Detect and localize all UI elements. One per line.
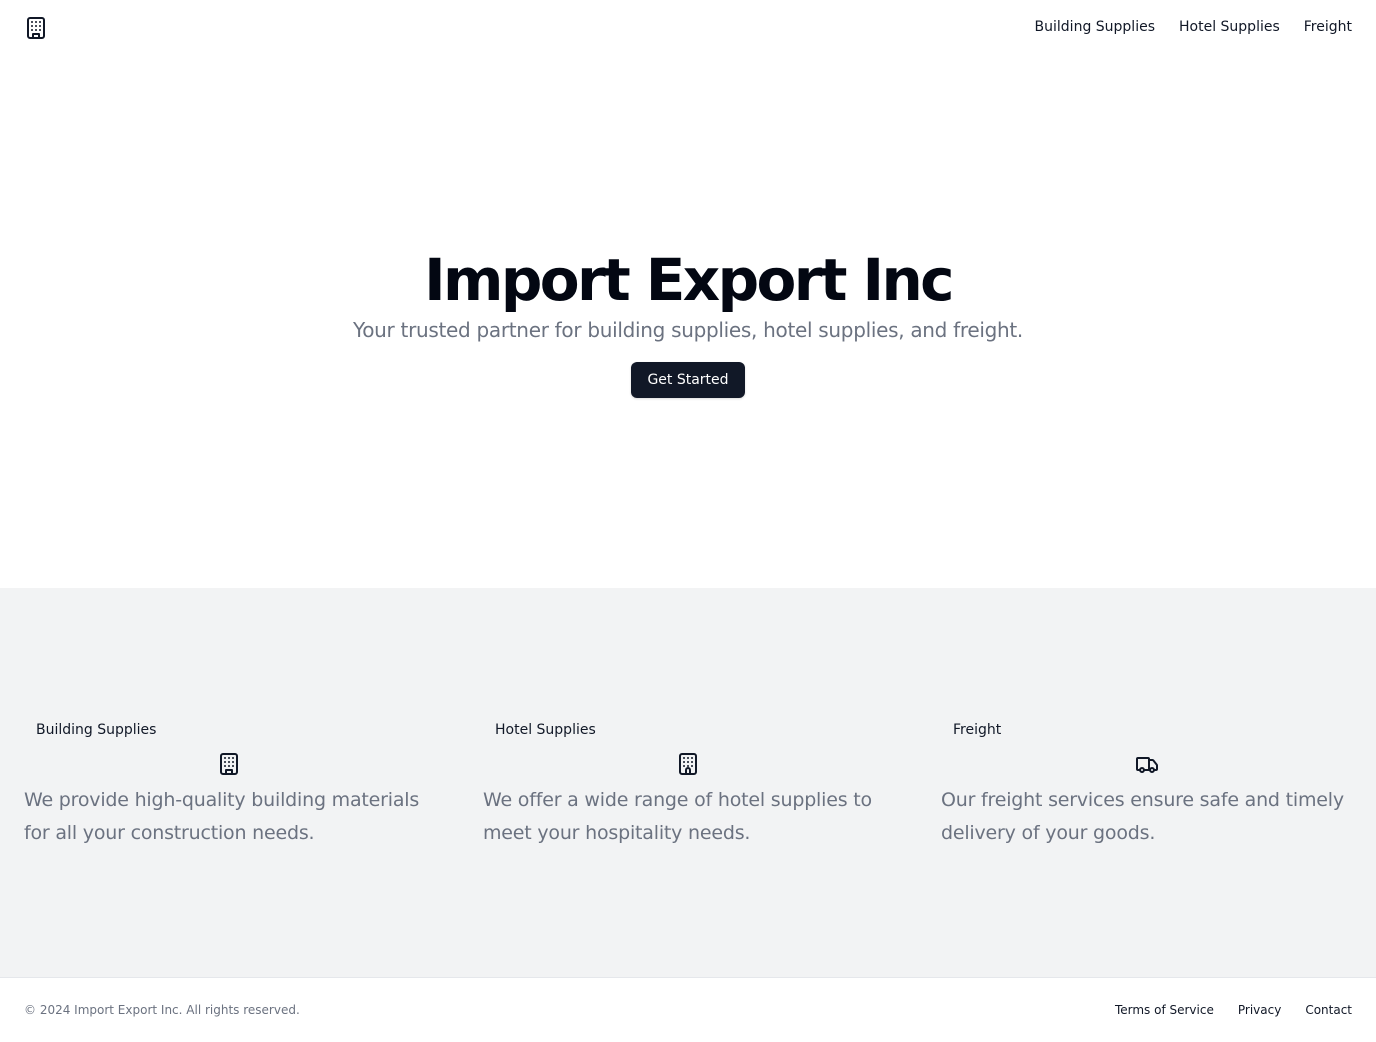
hero-title: Import Export Inc (424, 246, 954, 314)
services-section: Building Supplies We provide high-qualit… (0, 588, 1376, 977)
get-started-button[interactable]: Get Started (631, 362, 745, 398)
nav-link-freight[interactable]: Freight (1304, 17, 1352, 37)
service-description: We offer a wide range of hotel supplies … (483, 789, 872, 844)
copyright-text: © 2024 Import Export Inc. All rights res… (24, 1003, 300, 1017)
hero-subtitle: Your trusted partner for building suppli… (352, 318, 1023, 342)
site-header: Building Supplies Hotel Supplies Freight (0, 0, 1376, 56)
footer-link-privacy[interactable]: Privacy (1238, 1002, 1281, 1018)
building-icon[interactable] (24, 16, 48, 40)
building-icon (220, 753, 238, 775)
footer-link-terms[interactable]: Terms of Service (1115, 1002, 1214, 1018)
hero-section: Import Export Inc Your trusted partner f… (0, 56, 1376, 588)
service-title: Building Supplies (36, 722, 157, 738)
nav-link-building-supplies[interactable]: Building Supplies (1035, 17, 1155, 37)
service-title: Freight (953, 722, 1002, 738)
hotel-icon (679, 753, 697, 775)
footer-link-contact[interactable]: Contact (1305, 1002, 1352, 1018)
nav-link-hotel-supplies[interactable]: Hotel Supplies (1179, 17, 1280, 37)
site-footer: © 2024 Import Export Inc. All rights res… (0, 977, 1376, 1042)
service-title: Hotel Supplies (495, 722, 596, 738)
page: Building Supplies Hotel Supplies Freight… (0, 0, 1376, 1042)
truck-icon (1136, 757, 1158, 773)
footer-nav: Terms of Service Privacy Contact (1115, 1002, 1352, 1018)
main-nav: Building Supplies Hotel Supplies Freight (1035, 17, 1352, 37)
service-description: Our freight services ensure safe and tim… (941, 789, 1344, 844)
service-description: We provide high-quality building materia… (24, 789, 420, 844)
